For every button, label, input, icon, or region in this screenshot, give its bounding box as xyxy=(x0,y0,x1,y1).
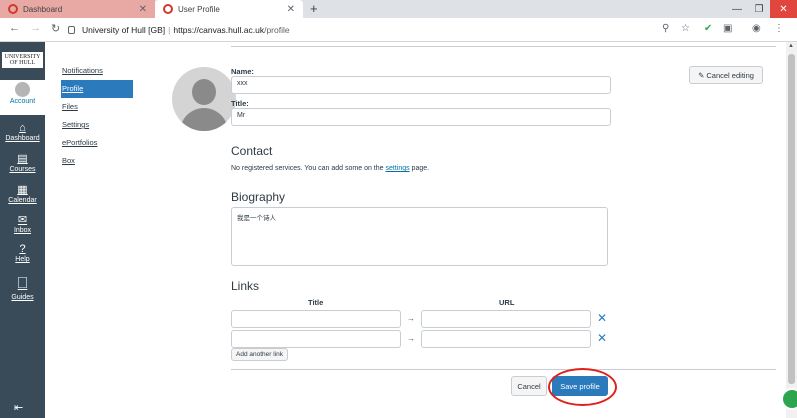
link-url-input[interactable] xyxy=(421,310,591,328)
cancel-button[interactable]: Cancel xyxy=(511,376,547,396)
subnav-box[interactable]: Box xyxy=(61,152,133,170)
url-path: /profile xyxy=(264,25,290,35)
site-org: University of Hull [GB] xyxy=(82,25,166,35)
global-nav-label: Help xyxy=(15,256,30,263)
contact-text: No registered services. You can add some… xyxy=(231,165,429,172)
profile-icon[interactable]: ◉ xyxy=(752,23,761,34)
remove-link-icon[interactable]: ✕ xyxy=(597,311,607,325)
profile-avatar[interactable] xyxy=(172,67,236,131)
lock-icon xyxy=(68,26,75,34)
help-icon: ? xyxy=(19,243,26,255)
minimize-icon[interactable]: — xyxy=(726,0,748,18)
global-nav-courses[interactable]: ▤ Courses xyxy=(0,152,45,173)
search-icon[interactable]: ⚲ xyxy=(662,23,669,34)
settings-link[interactable]: settings xyxy=(385,165,409,172)
window-close-icon[interactable]: ✕ xyxy=(770,0,797,18)
tab-title: User Profile xyxy=(178,4,220,14)
tab-dashboard[interactable]: Dashboard ✕ xyxy=(0,0,155,18)
global-nav-dashboard[interactable]: ⌂ Dashboard xyxy=(0,122,45,142)
global-nav-label: Guides xyxy=(11,294,34,301)
university-logo[interactable]: UNIVERSITY OF HULL xyxy=(2,52,43,68)
global-nav-label: Inbox xyxy=(13,227,32,234)
calendar-icon: ▦ xyxy=(17,184,28,196)
biography-textarea[interactable]: 我是一个诗人 xyxy=(231,207,608,266)
profile-sub-nav: Notifications Profile Files Settings ePo… xyxy=(61,62,133,170)
links-url-column-header: URL xyxy=(499,298,515,307)
global-nav-help[interactable]: ? Help xyxy=(0,243,45,263)
highlight-annotation xyxy=(548,368,617,406)
tab-title: Dashboard xyxy=(23,4,63,14)
avatar-head-shape xyxy=(192,79,216,105)
new-tab-button[interactable]: + xyxy=(310,1,318,16)
global-nav-inbox[interactable]: ✉ Inbox xyxy=(0,213,45,234)
status-badge xyxy=(781,388,797,410)
contact-text-pre: No registered services. You can add some… xyxy=(231,165,386,172)
global-nav-label: Courses xyxy=(9,166,36,173)
arrow-right-icon: → xyxy=(407,334,415,343)
cancel-editing-button[interactable]: ✎ Cancel editing xyxy=(689,66,763,84)
avatar-icon xyxy=(15,82,30,97)
subnav-settings[interactable]: Settings xyxy=(61,116,133,134)
dashboard-icon: ⌂ xyxy=(19,122,26,134)
link-title-input[interactable] xyxy=(231,310,401,328)
subnav-files[interactable]: Files xyxy=(61,98,133,116)
arrow-right-icon: → xyxy=(407,314,415,323)
name-field[interactable]: xxx xyxy=(231,76,611,94)
subnav-profile[interactable]: Profile xyxy=(61,80,133,98)
links-title-column-header: Title xyxy=(308,298,324,307)
remove-link-icon[interactable]: ✕ xyxy=(597,331,607,345)
global-nav-calendar[interactable]: ▦ Calendar xyxy=(0,183,45,204)
link-url-input[interactable] xyxy=(421,330,591,348)
global-nav-label: Calendar xyxy=(8,197,37,204)
divider xyxy=(231,46,776,47)
canvas-favicon-icon xyxy=(8,4,18,14)
extension-check-icon[interactable]: ✔ xyxy=(704,23,712,34)
subnav-eportfolios[interactable]: ePortfolios xyxy=(61,134,133,152)
courses-icon: ▤ xyxy=(17,153,28,165)
scrollbar-thumb[interactable] xyxy=(788,54,795,384)
guides-icon: ⎕ xyxy=(17,275,28,292)
url-host: https://canvas.hull.ac.uk xyxy=(173,25,265,35)
url-separator: | xyxy=(168,25,171,35)
global-nav-label: Dashboard xyxy=(5,135,40,142)
contact-text-post: page. xyxy=(409,165,430,172)
close-tab-icon[interactable]: ✕ xyxy=(287,4,295,15)
tab-user-profile[interactable]: User Profile ✕ xyxy=(155,0,303,18)
name-label: Name: xyxy=(231,67,254,76)
close-tab-icon[interactable]: ✕ xyxy=(139,4,147,15)
links-heading: Links xyxy=(231,279,260,293)
global-nav: UNIVERSITY OF HULL Account ⌂ Dashboard ▤… xyxy=(0,42,45,418)
link-title-input[interactable] xyxy=(231,330,401,348)
url-field[interactable]: University of Hull [GB] | https://canvas… xyxy=(68,21,718,39)
bookmark-star-icon[interactable]: ☆ xyxy=(681,23,690,34)
title-field[interactable]: Mr xyxy=(231,108,611,126)
canvas-page: UNIVERSITY OF HULL Account ⌂ Dashboard ▤… xyxy=(0,42,797,418)
extension-icon[interactable]: ▣ xyxy=(723,23,732,34)
global-nav-label: Account xyxy=(9,98,36,105)
global-nav-guides[interactable]: ⎕ Guides xyxy=(0,275,45,301)
pencil-icon: ✎ xyxy=(698,70,705,80)
inbox-icon: ✉ xyxy=(17,214,28,226)
contact-heading: Contact xyxy=(231,144,273,158)
back-icon[interactable]: ← xyxy=(9,22,20,34)
biography-heading: Biography xyxy=(231,190,286,204)
reload-icon[interactable]: ↻ xyxy=(51,22,60,35)
add-another-link-button[interactable]: Add another link xyxy=(231,348,288,361)
address-bar-row: ← → ↻ University of Hull [GB] | https://… xyxy=(0,18,797,42)
cancel-editing-label: Cancel editing xyxy=(706,70,754,80)
global-nav-account[interactable]: Account xyxy=(0,80,45,115)
forward-icon[interactable]: → xyxy=(30,22,41,34)
canvas-favicon-icon xyxy=(163,4,173,14)
menu-icon[interactable]: ⋮ xyxy=(774,23,784,34)
restore-icon[interactable]: ❐ xyxy=(748,0,770,18)
scroll-up-icon[interactable]: ▲ xyxy=(788,43,794,49)
divider xyxy=(231,369,776,370)
collapse-nav-icon[interactable]: ⇤ xyxy=(14,401,23,414)
browser-tab-bar: Dashboard ✕ User Profile ✕ + — ❐ ✕ xyxy=(0,0,797,18)
subnav-notifications[interactable]: Notifications xyxy=(61,62,133,80)
title-label: Title: xyxy=(231,99,249,108)
avatar-body-shape xyxy=(180,108,228,131)
page-scrollbar[interactable]: ▲ xyxy=(786,42,797,418)
